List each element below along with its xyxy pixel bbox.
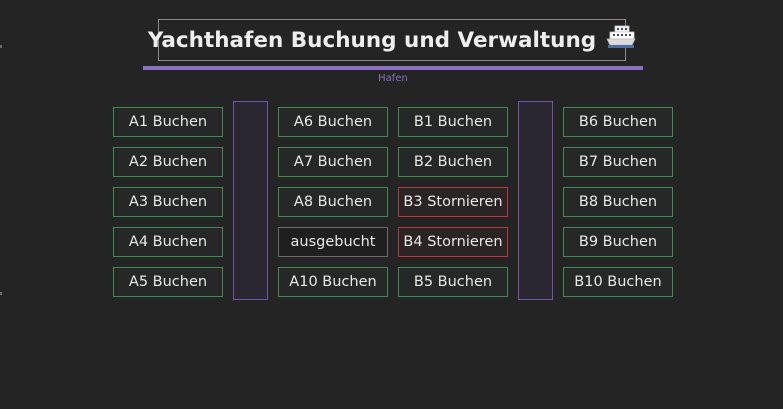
berth-a2-button[interactable]: A2 Buchen	[113, 147, 223, 177]
pier-a	[233, 101, 268, 300]
page-title: Yachthafen Buchung und Verwaltung	[148, 19, 636, 61]
berth-b8-button[interactable]: B8 Buchen	[563, 187, 673, 217]
berth-a1-button[interactable]: A1 Buchen	[113, 107, 223, 137]
berth-b9-button[interactable]: B9 Buchen	[563, 227, 673, 257]
harbor-subtitle: Hafen	[378, 73, 408, 84]
berth-b7-button[interactable]: B7 Buchen	[563, 147, 673, 177]
berth-a3-button[interactable]: A3 Buchen	[113, 187, 223, 217]
berth-b10-button[interactable]: B10 Buchen	[563, 267, 673, 297]
ship-icon	[606, 25, 636, 55]
pier-b	[518, 101, 553, 300]
berth-a7-button[interactable]: A7 Buchen	[278, 147, 388, 177]
berth-b6-button[interactable]: B6 Buchen	[563, 107, 673, 137]
berth-a5-button[interactable]: A5 Buchen	[113, 267, 223, 297]
title-divider	[143, 66, 643, 70]
berth-b5-button[interactable]: B5 Buchen	[398, 267, 508, 297]
left-edge-mark	[0, 292, 2, 295]
berth-a9-booked: ausgebucht	[278, 227, 388, 257]
left-edge-mark	[0, 45, 2, 48]
berth-b2-button[interactable]: B2 Buchen	[398, 147, 508, 177]
berth-a10-button[interactable]: A10 Buchen	[278, 267, 388, 297]
berth-b1-button[interactable]: B1 Buchen	[398, 107, 508, 137]
berth-a8-button[interactable]: A8 Buchen	[278, 187, 388, 217]
page-title-text: Yachthafen Buchung und Verwaltung	[147, 27, 597, 53]
harbor-page: Yachthafen Buchung und Verwaltung Hafen …	[0, 0, 783, 409]
berth-a4-button[interactable]: A4 Buchen	[113, 227, 223, 257]
berth-a6-button[interactable]: A6 Buchen	[278, 107, 388, 137]
berth-b4-cancel-button[interactable]: B4 Stornieren	[398, 227, 508, 257]
berth-b3-cancel-button[interactable]: B3 Stornieren	[398, 187, 508, 217]
